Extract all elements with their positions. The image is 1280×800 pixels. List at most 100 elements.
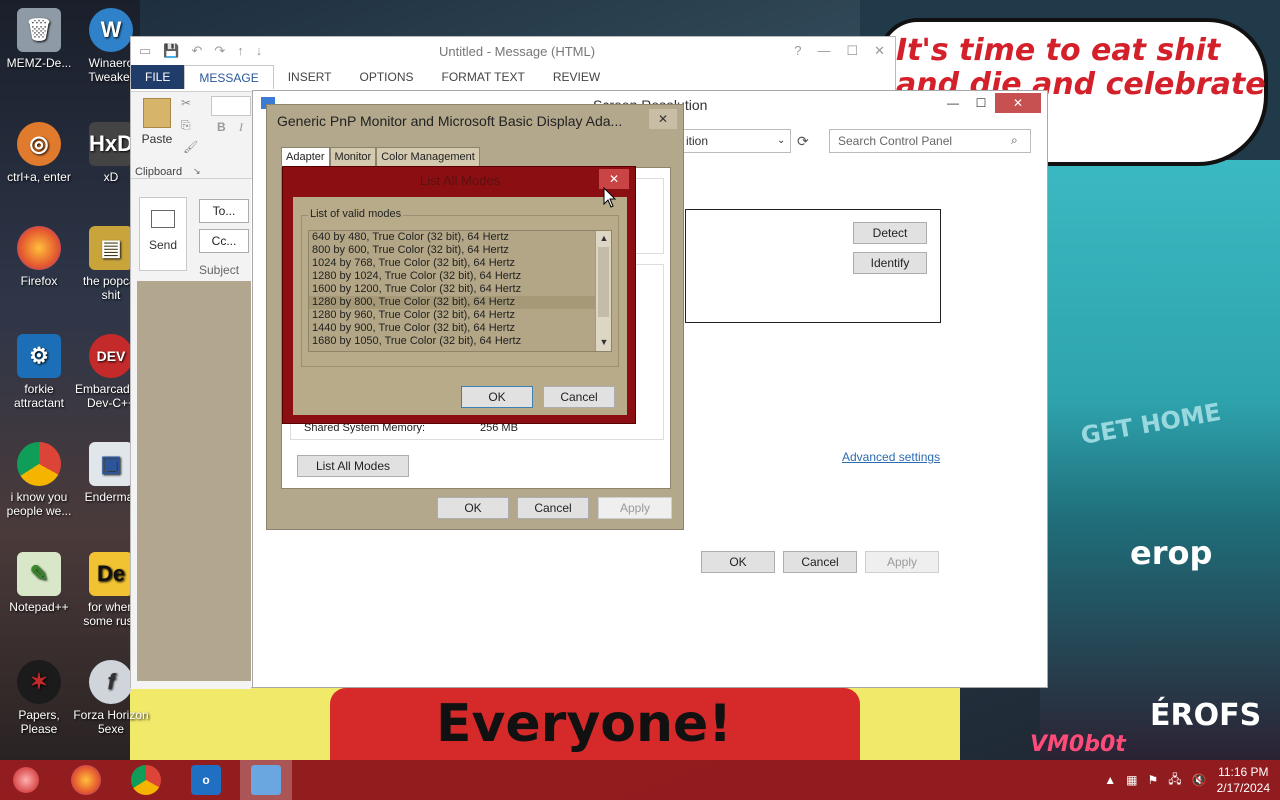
to-button[interactable]: To... [199, 199, 249, 223]
close-button[interactable]: ✕ [995, 93, 1041, 113]
start-button[interactable] [0, 760, 52, 800]
send-button[interactable]: Send [139, 197, 187, 271]
desktop-icon-memz[interactable]: 🗑 MEMZ-De... [0, 8, 78, 70]
copy-icon[interactable]: ⎘ [181, 118, 191, 133]
scroll-down-icon[interactable]: ▼ [596, 335, 611, 349]
ribbon-tabs: FILE MESSAGE INSERT OPTIONS FORMAT TEXT … [131, 65, 895, 89]
address-bar[interactable]: ition [681, 129, 791, 153]
tab-color-management[interactable]: Color Management [376, 147, 480, 167]
compose-body-panel [137, 281, 251, 681]
network-adapter-icon[interactable]: ▦ [1126, 773, 1137, 787]
taskbar-control-panel[interactable] [240, 760, 292, 800]
desktop-icon-label: MEMZ-De... [6, 56, 72, 70]
clipboard-icon [143, 98, 171, 128]
scroll-thumb[interactable] [598, 247, 609, 317]
mode-list-item[interactable]: 1600 by 1200, True Color (32 bit), 64 He… [309, 283, 611, 296]
search-input[interactable]: Search Control Panel [829, 129, 1031, 153]
send-icon [151, 210, 175, 228]
apply-button[interactable]: Apply [865, 551, 939, 573]
help-icon[interactable]: ? [794, 43, 801, 59]
modes-listbox[interactable]: 640 by 480, True Color (32 bit), 64 Hert… [308, 230, 612, 352]
scroll-up-icon[interactable]: ▲ [596, 231, 611, 245]
volume-muted-icon[interactable]: 🔇 [1192, 773, 1207, 787]
tab-insert[interactable]: INSERT [274, 65, 346, 89]
mode-list-item[interactable]: 640 by 480, True Color (32 bit), 64 Hert… [309, 231, 611, 244]
identify-button[interactable]: Identify [853, 252, 927, 274]
undo-icon[interactable]: ↶ [191, 43, 202, 59]
ok-button[interactable]: OK [437, 497, 509, 519]
maximize-button[interactable]: ☐ [967, 93, 995, 113]
paste-button[interactable]: Paste [139, 98, 175, 146]
desktop-icon-ctrl-a[interactable]: ◎ ctrl+a, enter [0, 122, 78, 184]
tab-file[interactable]: FILE [131, 65, 185, 89]
mode-list-item[interactable]: 1024 by 768, True Color (32 bit), 64 Her… [309, 257, 611, 270]
detect-button[interactable]: Detect [853, 222, 927, 244]
save-icon[interactable]: 💾 [163, 43, 179, 59]
search-icon[interactable]: ⌕ [1011, 133, 1018, 148]
tab-adapter[interactable]: Adapter [281, 147, 330, 167]
tab-message[interactable]: MESSAGE [184, 65, 274, 89]
send-label: Send [148, 238, 178, 252]
format-painter-icon[interactable]: 🖌 [183, 140, 198, 154]
dialog-launcher-icon[interactable]: ↘ [193, 166, 201, 177]
close-button[interactable]: ✕ [874, 43, 885, 59]
list-all-modes-title: List All Modes [419, 173, 501, 188]
taskbar-chrome[interactable] [120, 760, 172, 800]
ok-button[interactable]: OK [461, 386, 533, 408]
tab-review[interactable]: REVIEW [539, 65, 614, 89]
taskbar-outlook[interactable]: o [180, 760, 232, 800]
mode-list-item[interactable]: 1680 by 1050, True Color (32 bit), 64 He… [309, 335, 611, 348]
cancel-button[interactable]: Cancel [783, 551, 857, 573]
clipboard-group-label: Clipboard [135, 166, 183, 178]
desktop-icon-label: forkie attractant [13, 382, 65, 410]
desktop-icon-label: Forza Horizon 5exe [73, 708, 149, 736]
close-button[interactable]: ✕ [599, 169, 629, 189]
tab-format-text[interactable]: FORMAT TEXT [428, 65, 539, 89]
tab-options[interactable]: OPTIONS [346, 65, 428, 89]
minimize-button[interactable]: — [817, 43, 830, 59]
down-arrow-icon[interactable]: ↓ [256, 43, 263, 59]
cancel-button[interactable]: Cancel [517, 497, 589, 519]
up-arrow-icon[interactable]: ↑ [237, 43, 244, 59]
list-all-modes-body: List of valid modes 640 by 480, True Col… [293, 197, 627, 415]
address-dropdown-icon[interactable]: ⌄ [777, 135, 785, 146]
mode-list-item[interactable]: 1440 by 900, True Color (32 bit), 64 Her… [309, 322, 611, 335]
app-menu-icon[interactable]: ▭ [139, 43, 151, 59]
italic-button[interactable]: I [239, 120, 243, 135]
control-panel-icon [251, 765, 281, 795]
mode-list-item[interactable]: 1280 by 960, True Color (32 bit), 64 Her… [309, 309, 611, 322]
refresh-icon[interactable]: ⟳ [797, 133, 809, 150]
tab-monitor[interactable]: Monitor [329, 147, 377, 167]
taskbar-firefox[interactable] [60, 760, 112, 800]
minimize-button[interactable]: — [939, 93, 967, 113]
flash-icon: f [89, 660, 133, 704]
ok-button[interactable]: OK [701, 551, 775, 573]
cancel-button[interactable]: Cancel [543, 386, 615, 408]
maximize-button[interactable]: ☐ [846, 43, 858, 59]
modes-scrollbar[interactable]: ▲ ▼ [595, 231, 611, 351]
mode-list-item[interactable]: 1280 by 1024, True Color (32 bit), 64 He… [309, 270, 611, 283]
font-name-box[interactable] [211, 96, 251, 116]
action-center-flag-icon[interactable]: ⚑ [1148, 773, 1159, 787]
network-icon[interactable]: 🖧 [1168, 770, 1181, 791]
desktop-icon-forkie[interactable]: ⚙ forkie attractant [0, 334, 78, 410]
chrome-icon [17, 442, 61, 486]
mode-list-item[interactable]: 1280 by 800, True Color (32 bit), 64 Her… [309, 296, 611, 309]
cc-button[interactable]: Cc... [199, 229, 249, 253]
paste-label: Paste [141, 132, 173, 146]
mode-list-item[interactable]: 800 by 600, True Color (32 bit), 64 Hert… [309, 244, 611, 257]
apply-button[interactable]: Apply [598, 497, 672, 519]
bold-button[interactable]: B [217, 120, 226, 134]
show-hidden-icons-icon[interactable]: ▲ [1104, 773, 1116, 787]
desktop-icon-firefox[interactable]: Firefox [0, 226, 78, 288]
list-all-modes-button[interactable]: List All Modes [297, 455, 409, 477]
desktop-icon-notepadpp[interactable]: ✎ Notepad++ [0, 552, 78, 614]
desktop-icon-papers-please[interactable]: ✶ Papers, Please [0, 660, 78, 736]
close-button[interactable]: ✕ [649, 109, 677, 129]
advanced-settings-link[interactable]: Advanced settings [842, 450, 940, 464]
clock[interactable]: 11:16 PM 2/17/2024 [1217, 764, 1270, 796]
cut-icon[interactable]: ✂ [181, 96, 191, 110]
papers-icon: ✶ [17, 660, 61, 704]
desktop-icon-chrome[interactable]: i know you people we... [0, 442, 78, 518]
redo-icon[interactable]: ↷ [214, 43, 225, 59]
